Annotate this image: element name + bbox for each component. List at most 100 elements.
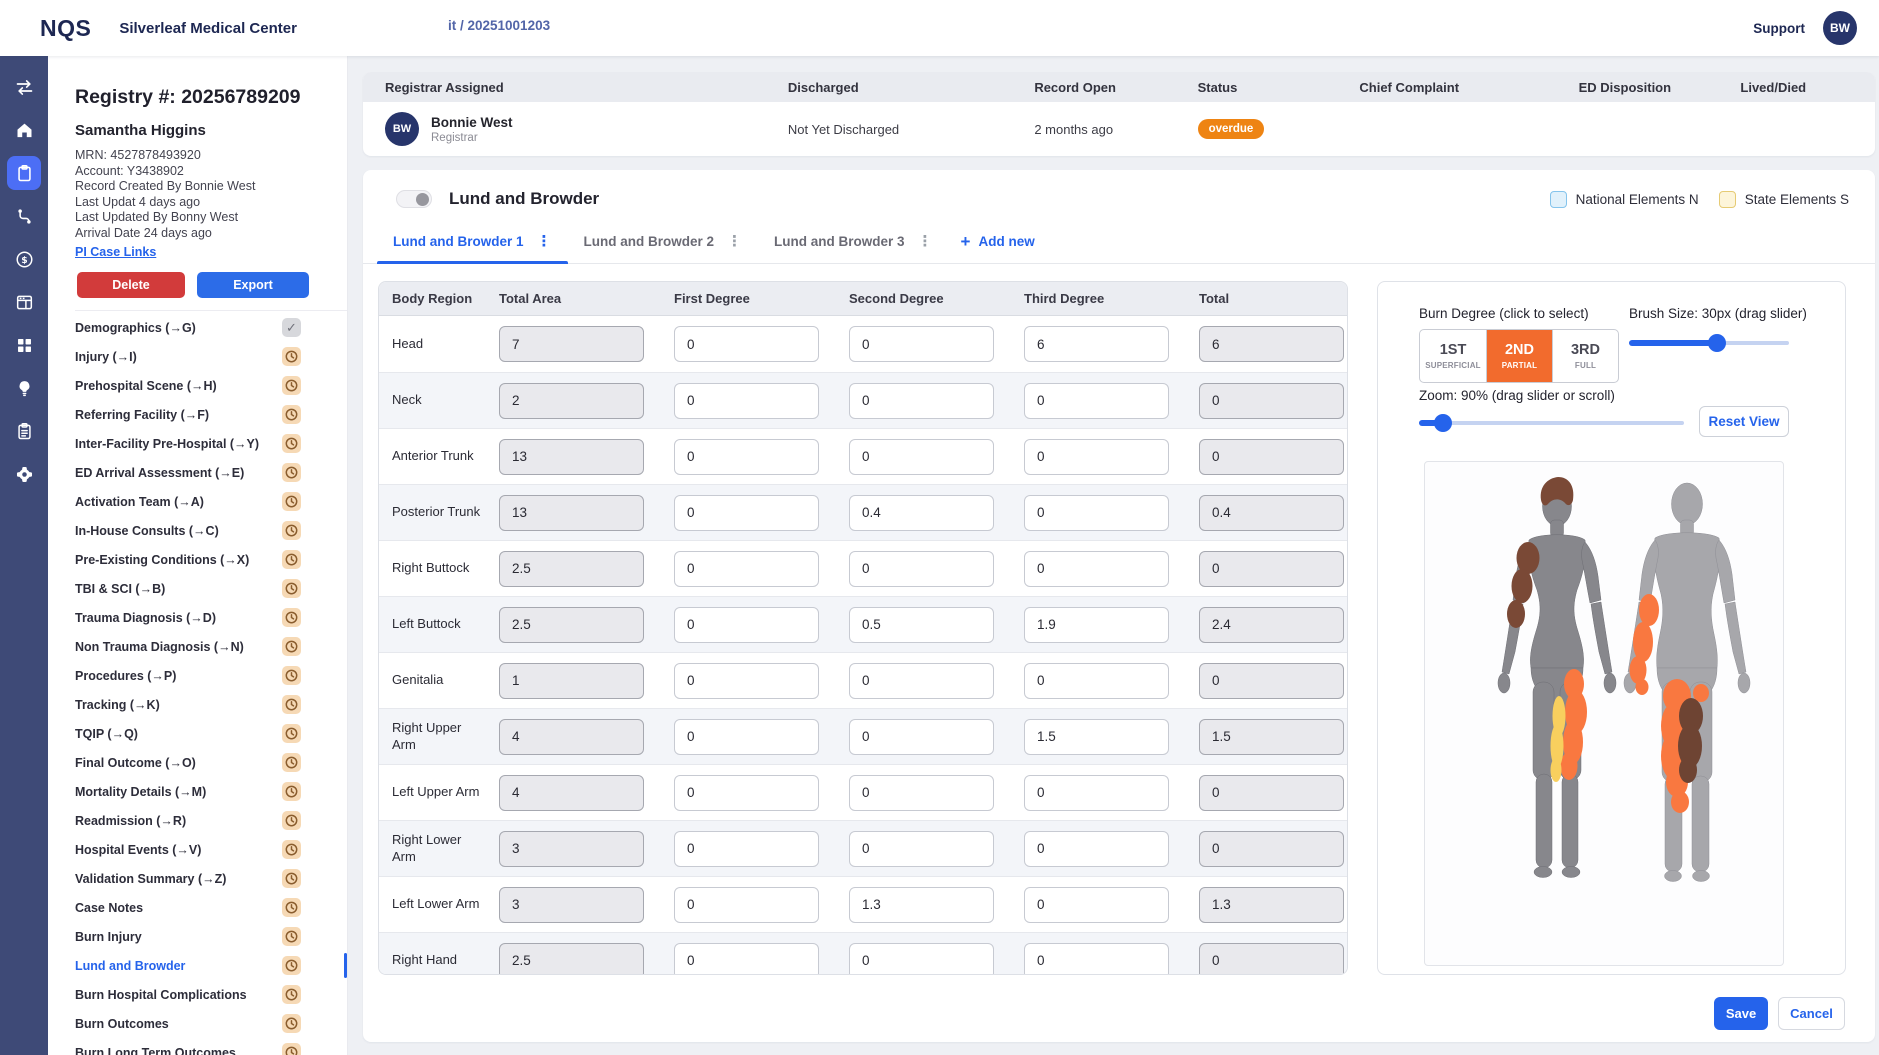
input-left-upper-arm-first[interactable] xyxy=(674,775,819,811)
sidebar-item-injury-i[interactable]: Injury (→I) xyxy=(75,342,347,371)
user-avatar[interactable]: BW xyxy=(1823,11,1857,45)
schedule-icon[interactable] xyxy=(7,285,41,319)
degree-button-2nd[interactable]: 2NDPARTIAL xyxy=(1486,330,1552,382)
sidebar-item-validation-summary-z[interactable]: Validation Summary (→Z) xyxy=(75,864,347,893)
sidebar-item-ed-arrival-assessment-e[interactable]: ED Arrival Assessment (→E) xyxy=(75,458,347,487)
sidebar-item-inter-facility-pre-hospital-y[interactable]: Inter-Facility Pre-Hospital (→Y) xyxy=(75,429,347,458)
brush-size-slider[interactable] xyxy=(1629,334,1789,352)
national-elements-checkbox-wrap[interactable]: National Elements N xyxy=(1550,191,1699,208)
state-elements-checkbox[interactable] xyxy=(1719,191,1736,208)
input-right-buttock-first[interactable] xyxy=(674,551,819,587)
sidebar-item-mortality-details-m[interactable]: Mortality Details (→M) xyxy=(75,777,347,806)
input-right-upper-arm-first[interactable] xyxy=(674,719,819,755)
input-left-lower-arm-third[interactable] xyxy=(1024,887,1169,923)
body-diagram-canvas[interactable] xyxy=(1425,462,1784,966)
input-right-buttock-second[interactable] xyxy=(849,551,994,587)
route-icon[interactable] xyxy=(7,199,41,233)
cancel-button[interactable]: Cancel xyxy=(1778,997,1845,1030)
input-head-second[interactable] xyxy=(849,326,994,362)
input-left-upper-arm-third[interactable] xyxy=(1024,775,1169,811)
input-anterior-trunk-third[interactable] xyxy=(1024,439,1169,475)
degree-button-1st[interactable]: 1STSUPERFICIAL xyxy=(1420,330,1486,382)
input-right-lower-arm-first[interactable] xyxy=(674,831,819,867)
sidebar-item-referring-facility-f[interactable]: Referring Facility (→F) xyxy=(75,400,347,429)
sidebar-item-activation-team-a[interactable]: Activation Team (→A) xyxy=(75,487,347,516)
input-left-buttock-first[interactable] xyxy=(674,607,819,643)
breadcrumb[interactable]: it / 20251001203 xyxy=(448,18,550,33)
sidebar-item-procedures-p[interactable]: Procedures (→P) xyxy=(75,661,347,690)
sidebar-item-non-trauma-diagnosis-n[interactable]: Non Trauma Diagnosis (→N) xyxy=(75,632,347,661)
delete-button[interactable]: Delete xyxy=(77,272,185,298)
input-posterior-trunk-third[interactable] xyxy=(1024,495,1169,531)
settings-icon[interactable] xyxy=(7,457,41,491)
transfer-icon[interactable] xyxy=(7,70,41,104)
input-right-upper-arm-second[interactable] xyxy=(849,719,994,755)
input-right-upper-arm-third[interactable] xyxy=(1024,719,1169,755)
input-neck-second[interactable] xyxy=(849,383,994,419)
sidebar-item-lund-and-browder[interactable]: Lund and Browder xyxy=(75,951,347,980)
input-left-buttock-third[interactable] xyxy=(1024,607,1169,643)
input-right-buttock-third[interactable] xyxy=(1024,551,1169,587)
sidebar-item-demographics-g[interactable]: Demographics (→G)✓ xyxy=(75,313,347,342)
zoom-slider[interactable] xyxy=(1419,414,1684,432)
input-anterior-trunk-second[interactable] xyxy=(849,439,994,475)
section-toggle[interactable] xyxy=(396,190,432,208)
input-head-third[interactable] xyxy=(1024,326,1169,362)
input-genitalia-second[interactable] xyxy=(849,663,994,699)
input-right-hand-third[interactable] xyxy=(1024,943,1169,976)
input-right-lower-arm-third[interactable] xyxy=(1024,831,1169,867)
brush-slider-thumb[interactable] xyxy=(1708,334,1726,352)
input-right-lower-arm-second[interactable] xyxy=(849,831,994,867)
sidebar-item-in-house-consults-c[interactable]: In-House Consults (→C) xyxy=(75,516,347,545)
national-elements-checkbox[interactable] xyxy=(1550,191,1567,208)
record-row[interactable]: BW Bonnie West Registrar Not Yet Dischar… xyxy=(363,102,1875,156)
sidebar-item-readmission-r[interactable]: Readmission (→R) xyxy=(75,806,347,835)
input-posterior-trunk-first[interactable] xyxy=(674,495,819,531)
sidebar-item-tqip-q[interactable]: TQIP (→Q) xyxy=(75,719,347,748)
state-elements-checkbox-wrap[interactable]: State Elements S xyxy=(1719,191,1849,208)
degree-button-3rd[interactable]: 3RDFULL xyxy=(1552,330,1618,382)
billing-icon[interactable]: $ xyxy=(7,242,41,276)
input-neck-first[interactable] xyxy=(674,383,819,419)
sidebar-item-burn-hospital-complications[interactable]: Burn Hospital Complications xyxy=(75,980,347,1009)
dashboard-icon[interactable] xyxy=(7,328,41,362)
sidebar-item-case-notes[interactable]: Case Notes xyxy=(75,893,347,922)
home-icon[interactable] xyxy=(7,113,41,147)
input-right-hand-second[interactable] xyxy=(849,943,994,976)
sidebar-item-pre-existing-conditions-x[interactable]: Pre-Existing Conditions (→X) xyxy=(75,545,347,574)
input-genitalia-third[interactable] xyxy=(1024,663,1169,699)
sidebar-item-hospital-events-v[interactable]: Hospital Events (→V) xyxy=(75,835,347,864)
tab-lund-and-browder-2[interactable]: Lund and Browder 2⋮ xyxy=(568,220,759,263)
insights-icon[interactable] xyxy=(7,371,41,405)
sidebar-item-burn-outcomes[interactable]: Burn Outcomes xyxy=(75,1009,347,1038)
sidebar-item-tracking-k[interactable]: Tracking (→K) xyxy=(75,690,347,719)
sidebar-item-prehospital-scene-h[interactable]: Prehospital Scene (→H) xyxy=(75,371,347,400)
input-left-upper-arm-second[interactable] xyxy=(849,775,994,811)
sidebar-item-trauma-diagnosis-d[interactable]: Trauma Diagnosis (→D) xyxy=(75,603,347,632)
save-button[interactable]: Save xyxy=(1714,997,1768,1030)
sidebar-item-burn-long-term-outcomes[interactable]: Burn Long Term Outcomes xyxy=(75,1038,347,1055)
sidebar-item-final-outcome-o[interactable]: Final Outcome (→O) xyxy=(75,748,347,777)
kebab-menu-icon[interactable]: ⋮ xyxy=(537,234,552,249)
kebab-menu-icon[interactable]: ⋮ xyxy=(727,234,742,249)
support-link[interactable]: Support xyxy=(1753,21,1805,36)
input-neck-third[interactable] xyxy=(1024,383,1169,419)
tab-lund-and-browder-3[interactable]: Lund and Browder 3⋮ xyxy=(758,220,949,263)
sidebar-item-burn-injury[interactable]: Burn Injury xyxy=(75,922,347,951)
input-left-lower-arm-second[interactable] xyxy=(849,887,994,923)
add-new-tab-button[interactable]: +Add new xyxy=(961,232,1035,252)
input-left-buttock-second[interactable] xyxy=(849,607,994,643)
export-button[interactable]: Export xyxy=(197,272,309,298)
input-genitalia-first[interactable] xyxy=(674,663,819,699)
input-right-hand-first[interactable] xyxy=(674,943,819,976)
input-posterior-trunk-second[interactable] xyxy=(849,495,994,531)
pi-case-links[interactable]: PI Case Links xyxy=(75,245,156,259)
tasks-icon[interactable] xyxy=(7,414,41,448)
sidebar-item-tbi-sci-b[interactable]: TBI & SCI (→B) xyxy=(75,574,347,603)
input-left-lower-arm-first[interactable] xyxy=(674,887,819,923)
reset-view-button[interactable]: Reset View xyxy=(1699,406,1789,437)
kebab-menu-icon[interactable]: ⋮ xyxy=(918,234,933,249)
zoom-slider-thumb[interactable] xyxy=(1434,414,1452,432)
tab-lund-and-browder-1[interactable]: Lund and Browder 1⋮ xyxy=(377,220,568,263)
records-icon[interactable] xyxy=(7,156,41,190)
